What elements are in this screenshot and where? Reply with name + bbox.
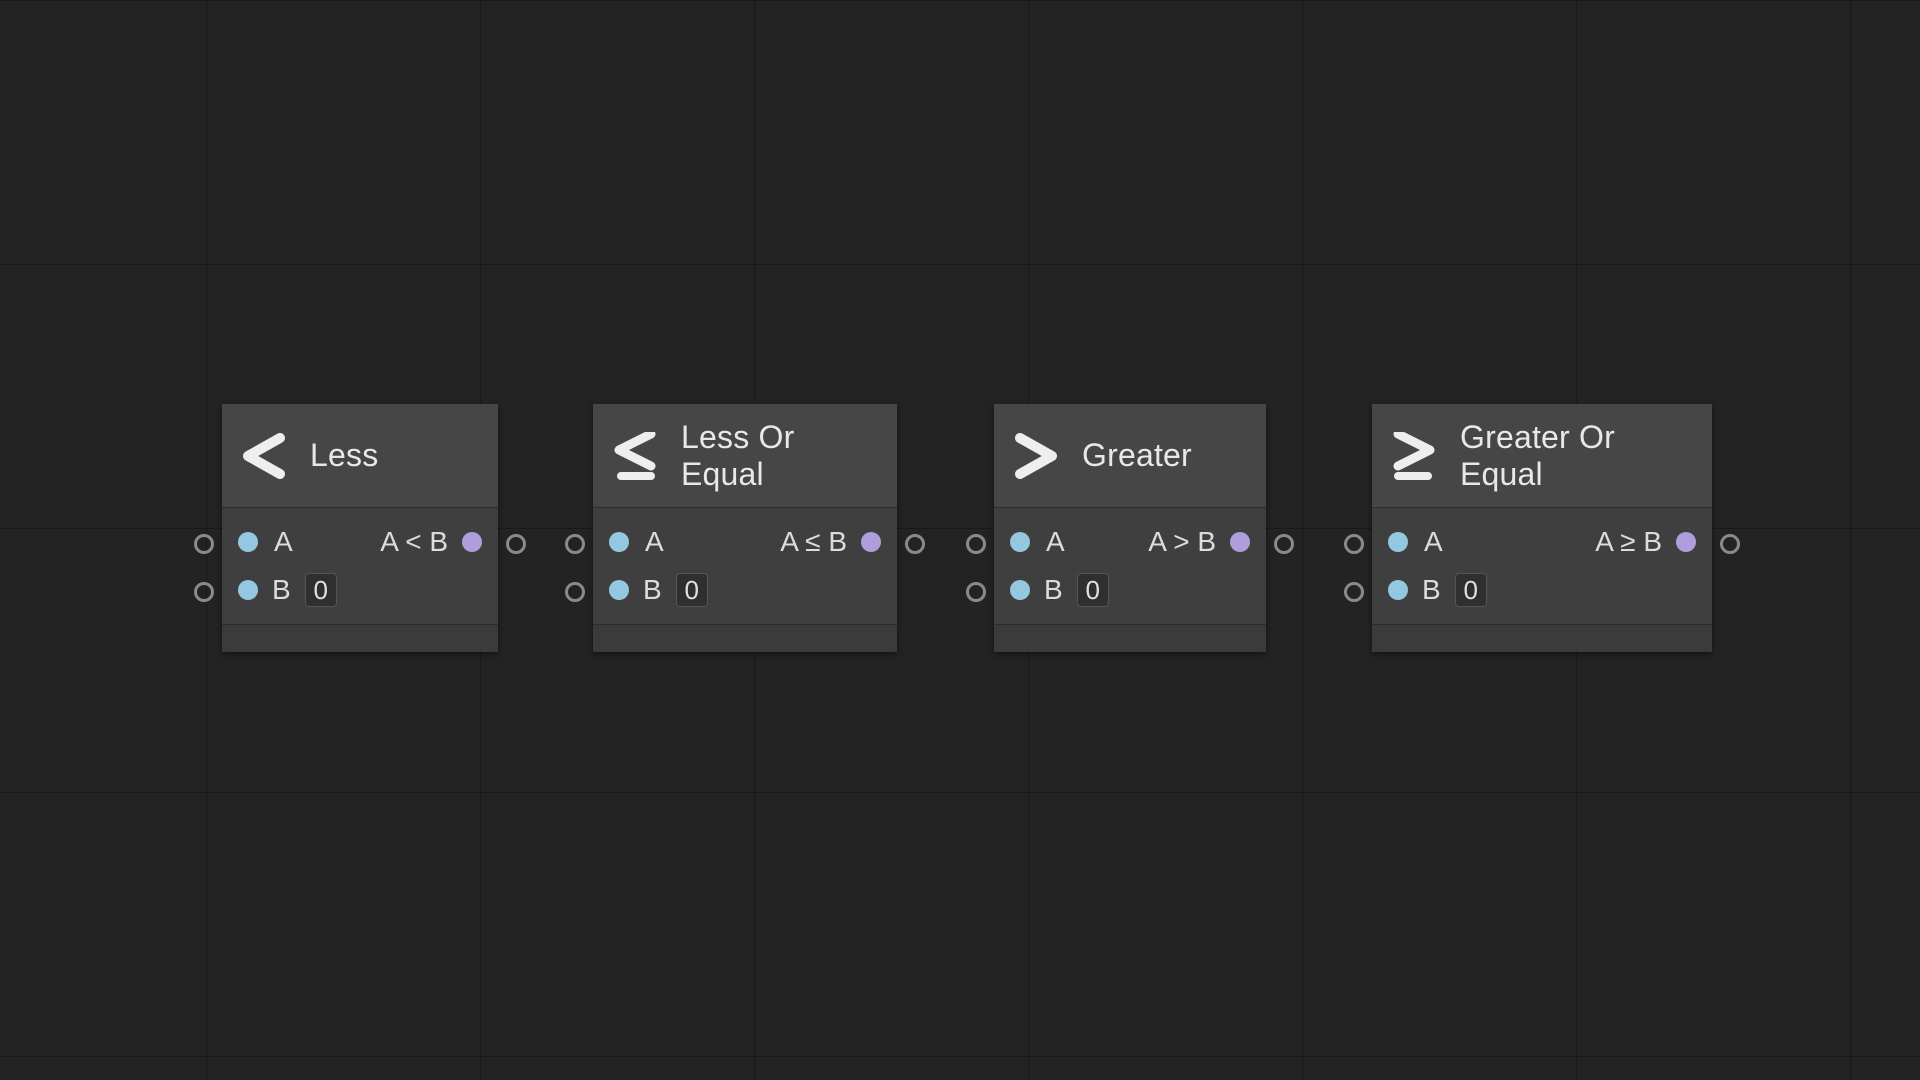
input-a[interactable]: A (238, 526, 293, 558)
node-header[interactable]: Less Or Equal (593, 404, 897, 508)
input-port-external-b[interactable] (565, 582, 585, 602)
input-b-value-field[interactable]: 0 (305, 573, 337, 607)
greater-icon (1012, 432, 1060, 480)
node-greater-or-equal[interactable]: Greater Or Equal A A ≥ B B 0 (1372, 404, 1712, 652)
node-title: Less (310, 437, 378, 474)
node-title: Greater Or Equal (1460, 419, 1694, 493)
output-result[interactable]: A > B (1148, 518, 1250, 566)
input-port-external-a[interactable] (966, 534, 986, 554)
port-dot-icon (1010, 532, 1030, 552)
output-result[interactable]: A < B (380, 518, 482, 566)
input-b-label: B (643, 574, 662, 606)
output-label: A < B (380, 526, 448, 558)
node-header[interactable]: Less (222, 404, 498, 508)
input-a-label: A (1046, 526, 1065, 558)
port-dot-icon (238, 532, 258, 552)
output-result[interactable]: A ≥ B (1595, 518, 1696, 566)
less-icon (240, 432, 288, 480)
input-a-label: A (274, 526, 293, 558)
greater-equal-icon (1390, 432, 1438, 480)
port-dot-icon (1010, 580, 1030, 600)
node-footer (994, 624, 1266, 652)
input-port-external-b[interactable] (1344, 582, 1364, 602)
input-b-label: B (1044, 574, 1063, 606)
output-label: A ≥ B (1595, 526, 1662, 558)
port-dot-icon (609, 532, 629, 552)
node-header[interactable]: Greater Or Equal (1372, 404, 1712, 508)
output-label: A ≤ B (780, 526, 847, 558)
node-greater[interactable]: Greater A A > B B 0 (994, 404, 1266, 652)
input-port-external-b[interactable] (966, 582, 986, 602)
output-port-external[interactable] (506, 534, 526, 554)
node-body: A A ≤ B B 0 (593, 508, 897, 624)
port-dot-icon (609, 580, 629, 600)
output-port-external[interactable] (905, 534, 925, 554)
input-a-label: A (1424, 526, 1443, 558)
input-b-label: B (272, 574, 291, 606)
input-port-external-a[interactable] (194, 534, 214, 554)
input-a[interactable]: A (1388, 526, 1443, 558)
output-port-external[interactable] (1274, 534, 1294, 554)
input-b-value-field[interactable]: 0 (676, 573, 708, 607)
less-equal-icon (611, 432, 659, 480)
input-a-label: A (645, 526, 664, 558)
node-title: Greater (1082, 437, 1192, 474)
input-b-value-field[interactable]: 0 (1455, 573, 1487, 607)
port-dot-icon (1388, 580, 1408, 600)
port-dot-icon (462, 532, 482, 552)
input-b-value-field[interactable]: 0 (1077, 573, 1109, 607)
input-b-label: B (1422, 574, 1441, 606)
input-port-external-b[interactable] (194, 582, 214, 602)
input-b[interactable]: B 0 (238, 573, 337, 607)
node-footer (1372, 624, 1712, 652)
node-title: Less Or Equal (681, 419, 879, 493)
output-label: A > B (1148, 526, 1216, 558)
input-a[interactable]: A (1010, 526, 1065, 558)
input-b[interactable]: B 0 (609, 573, 708, 607)
port-dot-icon (238, 580, 258, 600)
node-less[interactable]: Less A A < B B 0 (222, 404, 498, 652)
input-b[interactable]: B 0 (1388, 573, 1487, 607)
node-body: A A ≥ B B 0 (1372, 508, 1712, 624)
input-a[interactable]: A (609, 526, 664, 558)
output-port-external[interactable] (1720, 534, 1740, 554)
node-header[interactable]: Greater (994, 404, 1266, 508)
node-body: A A < B B 0 (222, 508, 498, 624)
output-result[interactable]: A ≤ B (780, 518, 881, 566)
input-port-external-a[interactable] (565, 534, 585, 554)
node-less-or-equal[interactable]: Less Or Equal A A ≤ B B 0 (593, 404, 897, 652)
node-footer (593, 624, 897, 652)
port-dot-icon (1230, 532, 1250, 552)
input-b[interactable]: B 0 (1010, 573, 1109, 607)
node-graph-canvas[interactable]: Less A A < B B 0 (0, 0, 1920, 1080)
port-dot-icon (861, 532, 881, 552)
input-port-external-a[interactable] (1344, 534, 1364, 554)
node-body: A A > B B 0 (994, 508, 1266, 624)
node-footer (222, 624, 498, 652)
port-dot-icon (1676, 532, 1696, 552)
port-dot-icon (1388, 532, 1408, 552)
